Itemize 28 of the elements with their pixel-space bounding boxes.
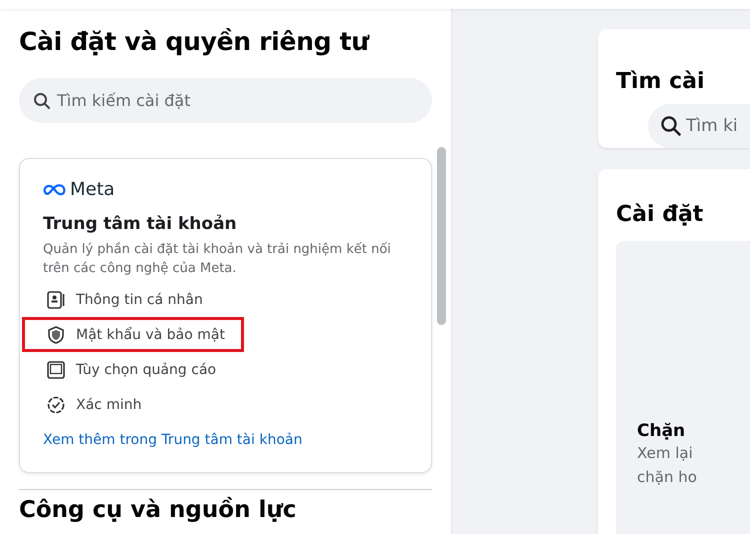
tile-description: chặn ho — [637, 467, 698, 488]
search-placeholder: Tìm ki — [686, 116, 738, 136]
id-card-icon — [46, 290, 66, 310]
scrollbar-thumb[interactable] — [437, 147, 446, 325]
section-heading: Công cụ và nguồn lực — [19, 496, 298, 524]
infinity-logo-icon — [43, 184, 67, 196]
account-menu-item[interactable]: Mật khẩu và bảo mật — [22, 317, 244, 352]
accounts-center-link[interactable]: Xem thêm trong Trung tâm tài khoản — [43, 432, 408, 448]
shield-icon — [46, 324, 66, 344]
blocking-tile[interactable]: Chặn Xem lại chặn ho — [616, 241, 750, 534]
account-menu-item[interactable]: Xác minh — [22, 387, 244, 422]
monitor-icon — [46, 360, 66, 380]
settings-title: Cài đặt và quyền riêng tư — [19, 27, 370, 56]
tile-description: Xem lại — [637, 443, 694, 464]
search-icon — [33, 92, 51, 110]
search-icon — [660, 115, 682, 137]
card-title: Tìm cài — [616, 69, 706, 94]
card-title: Cài đặt — [616, 202, 704, 227]
brand-name: Meta — [70, 179, 115, 200]
account-menu-item[interactable]: Thông tin cá nhân — [22, 282, 244, 317]
search-field[interactable]: Tìm ki — [648, 104, 750, 148]
account-menu-item[interactable]: Tùy chọn quảng cáo — [22, 352, 244, 387]
search-field[interactable]: Tìm kiếm cài đặt — [19, 78, 432, 123]
search-placeholder: Tìm kiếm cài đặt — [57, 91, 190, 110]
tile-title: Chặn — [637, 421, 686, 441]
check-badge-icon — [46, 394, 66, 414]
card-description: Quản lý phần cài đặt tài khoản và trải nghiệm kết nối trên các công nghệ của Meta. — [43, 241, 392, 278]
card-title: Trung tâm tài khoản — [43, 214, 238, 234]
